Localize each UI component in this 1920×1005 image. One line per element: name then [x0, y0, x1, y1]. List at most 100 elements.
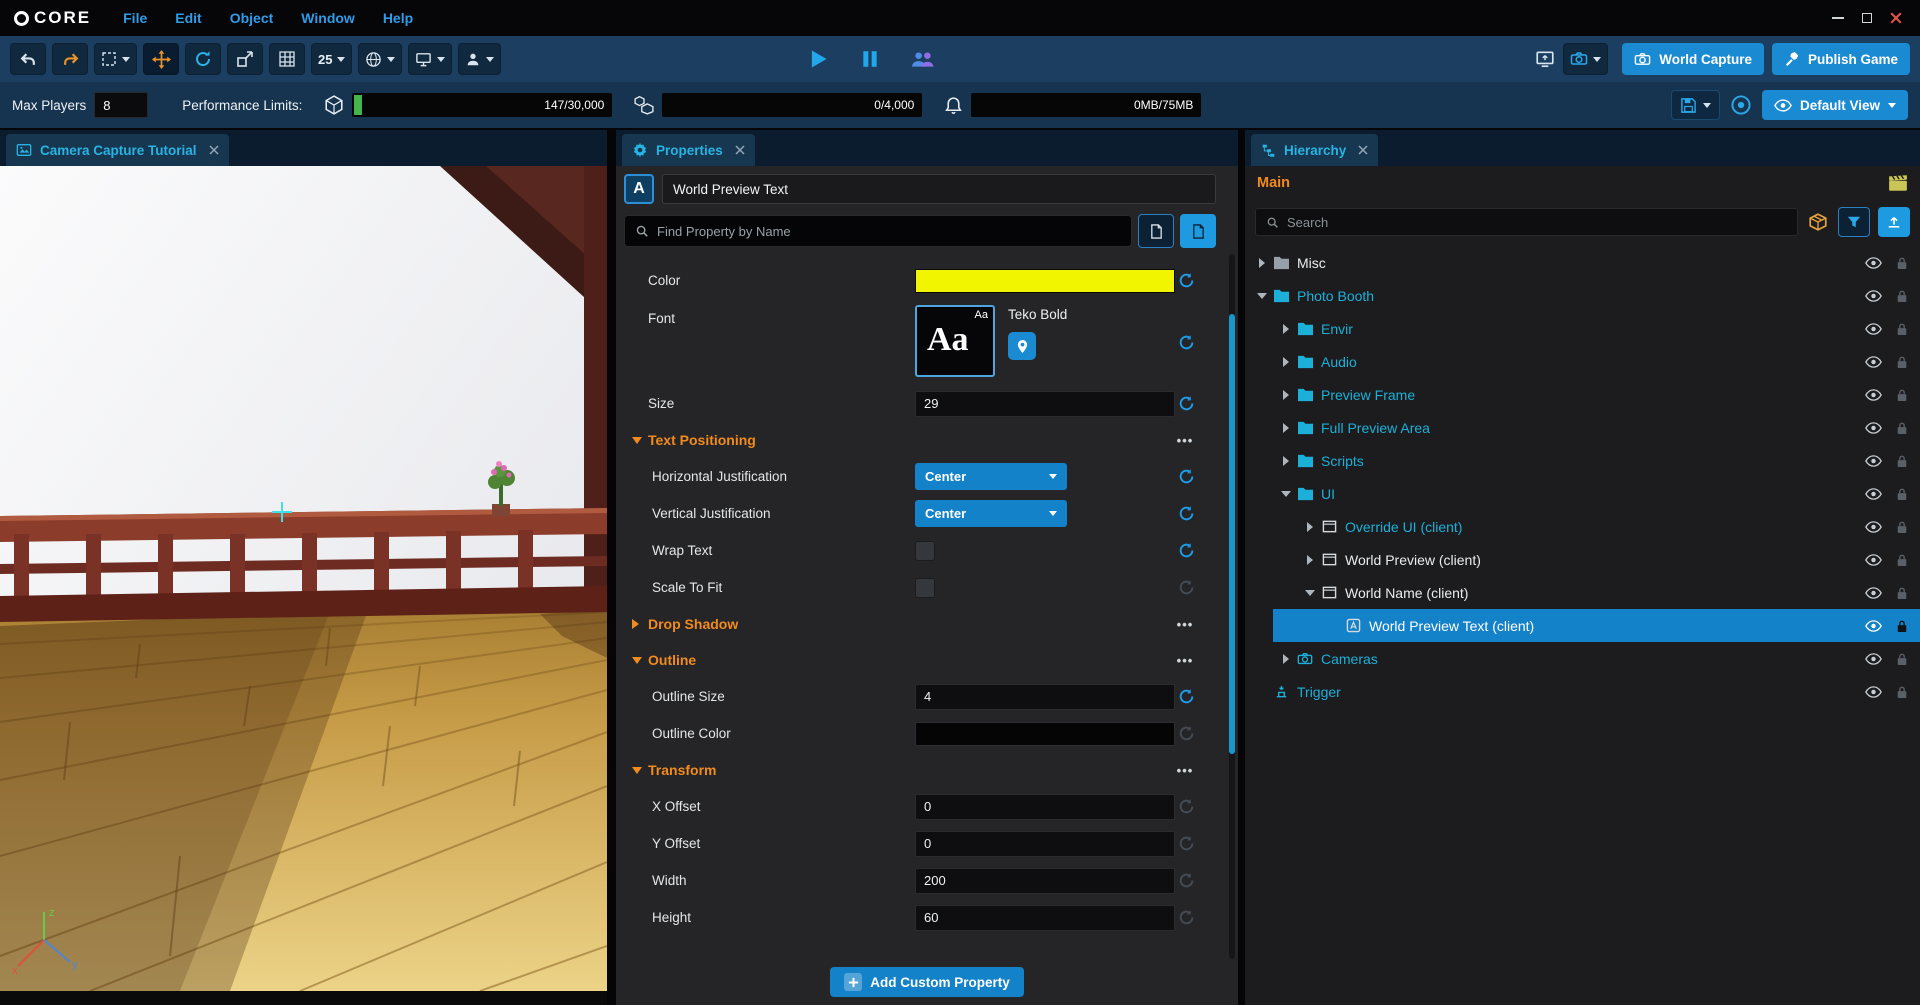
expand-icon[interactable]: [1303, 555, 1317, 565]
selection-pivot-marker[interactable]: [272, 502, 292, 525]
lock-icon[interactable]: [1896, 322, 1908, 336]
package-icon[interactable]: [1808, 212, 1828, 232]
tree-item-trigger[interactable]: Trigger: [1245, 675, 1920, 708]
lock-icon[interactable]: [1896, 619, 1908, 633]
visibility-eye-icon[interactable]: [1865, 257, 1882, 269]
maximize-icon[interactable]: [1862, 13, 1872, 23]
lock-icon[interactable]: [1896, 355, 1908, 369]
visibility-eye-icon[interactable]: [1865, 488, 1882, 500]
max-players-input[interactable]: 8: [94, 92, 148, 118]
lock-icon[interactable]: [1896, 685, 1908, 699]
menu-object[interactable]: Object: [216, 0, 288, 36]
tree-item-ui[interactable]: UI: [1245, 477, 1920, 510]
tree-item-world-preview-client[interactable]: World Preview (client): [1245, 543, 1920, 576]
section-menu-icon[interactable]: •••: [1168, 763, 1202, 778]
menu-help[interactable]: Help: [369, 0, 427, 36]
minimize-icon[interactable]: [1832, 17, 1844, 19]
visibility-eye-icon[interactable]: [1865, 554, 1882, 566]
lock-icon[interactable]: [1896, 553, 1908, 567]
grid-snap-button[interactable]: [269, 43, 305, 75]
visibility-eye-icon[interactable]: [1865, 356, 1882, 368]
copy-properties-button[interactable]: [1138, 214, 1174, 248]
visibility-eye-icon[interactable]: [1865, 653, 1882, 665]
reset-icon[interactable]: [1172, 872, 1200, 889]
properties-scrollbar[interactable]: [1229, 254, 1235, 959]
reset-icon[interactable]: [1172, 468, 1200, 485]
reset-icon[interactable]: [1172, 542, 1200, 559]
reset-icon[interactable]: [1172, 725, 1200, 742]
tab-camera-capture-tutorial[interactable]: Camera Capture Tutorial: [6, 134, 229, 166]
collapse-icon[interactable]: [1255, 293, 1269, 299]
multiplayer-preview-button[interactable]: [904, 43, 942, 75]
grid-size-dropdown[interactable]: 25: [311, 43, 352, 75]
reset-icon[interactable]: [1172, 909, 1200, 926]
visibility-eye-icon[interactable]: [1865, 686, 1882, 698]
visibility-eye-icon[interactable]: [1865, 587, 1882, 599]
color-swatch[interactable]: [915, 269, 1175, 293]
menu-file[interactable]: File: [109, 0, 161, 36]
reset-icon[interactable]: [1172, 272, 1200, 289]
axis-gizmo[interactable]: z x y: [10, 904, 80, 977]
outline-color-swatch[interactable]: [915, 722, 1175, 746]
hierarchy-search-input[interactable]: Search: [1255, 208, 1798, 236]
close-icon[interactable]: [209, 145, 219, 155]
reset-icon[interactable]: [1172, 395, 1200, 412]
screen-template-dropdown[interactable]: [408, 43, 452, 75]
paste-properties-button[interactable]: [1180, 214, 1216, 248]
find-property-input[interactable]: Find Property by Name: [624, 215, 1132, 247]
outline-size-input[interactable]: 4: [915, 684, 1175, 710]
visibility-eye-icon[interactable]: [1865, 323, 1882, 335]
expand-icon[interactable]: [632, 619, 639, 629]
tree-item-preview-frame[interactable]: Preview Frame: [1245, 378, 1920, 411]
expand-icon[interactable]: [1279, 390, 1293, 400]
reset-icon[interactable]: [1172, 334, 1200, 351]
close-icon[interactable]: [735, 145, 745, 155]
add-custom-property-button[interactable]: Add Custom Property: [830, 967, 1024, 997]
wrap-text-checkbox[interactable]: [915, 541, 935, 561]
tab-hierarchy[interactable]: Hierarchy: [1251, 134, 1378, 166]
move-tool-button[interactable]: [143, 43, 179, 75]
reset-icon[interactable]: [1172, 579, 1200, 596]
x-offset-input[interactable]: 0: [915, 794, 1175, 820]
y-offset-input[interactable]: 0: [915, 831, 1175, 857]
scale-tool-button[interactable]: [227, 43, 263, 75]
tree-item-misc[interactable]: Misc: [1245, 246, 1920, 279]
scrollbar-thumb[interactable]: [1229, 314, 1235, 754]
close-icon[interactable]: [1358, 145, 1368, 155]
tab-properties[interactable]: Properties: [622, 134, 755, 166]
publish-game-button[interactable]: Publish Game: [1772, 43, 1910, 75]
collapse-icon[interactable]: [632, 767, 642, 774]
lock-icon[interactable]: [1896, 487, 1908, 501]
tree-item-override-ui-client[interactable]: Override UI (client): [1245, 510, 1920, 543]
close-icon[interactable]: [1890, 12, 1902, 24]
reset-icon[interactable]: [1172, 505, 1200, 522]
lock-icon[interactable]: [1896, 454, 1908, 468]
lock-icon[interactable]: [1896, 520, 1908, 534]
redo-button[interactable]: [52, 43, 88, 75]
expand-icon[interactable]: [1303, 522, 1317, 532]
player-preview-dropdown[interactable]: [458, 43, 501, 75]
coordinate-space-dropdown[interactable]: [358, 43, 402, 75]
section-outline[interactable]: Outline •••: [616, 642, 1238, 678]
visibility-eye-icon[interactable]: [1865, 389, 1882, 401]
lock-icon[interactable]: [1896, 586, 1908, 600]
expand-icon[interactable]: [1279, 654, 1293, 664]
rotate-tool-button[interactable]: [185, 43, 221, 75]
upload-button[interactable]: [1878, 207, 1910, 237]
filter-button[interactable]: [1838, 207, 1870, 237]
target-icon[interactable]: [1730, 94, 1752, 116]
collapse-icon[interactable]: [632, 437, 642, 444]
selection-mode-dropdown[interactable]: [94, 43, 137, 75]
visibility-eye-icon[interactable]: [1865, 455, 1882, 467]
scale-to-fit-checkbox[interactable]: [915, 578, 935, 598]
vertical-justification-dropdown[interactable]: Center: [915, 500, 1067, 527]
expand-icon[interactable]: [1279, 423, 1293, 433]
menu-window[interactable]: Window: [287, 0, 369, 36]
save-dropdown[interactable]: [1671, 90, 1720, 120]
font-preview-box[interactable]: Aa Aa: [915, 305, 995, 377]
lock-icon[interactable]: [1896, 421, 1908, 435]
expand-icon[interactable]: [1279, 357, 1293, 367]
screen-share-icon[interactable]: [1535, 49, 1555, 69]
section-text-positioning[interactable]: Text Positioning •••: [616, 422, 1238, 458]
lock-icon[interactable]: [1896, 652, 1908, 666]
